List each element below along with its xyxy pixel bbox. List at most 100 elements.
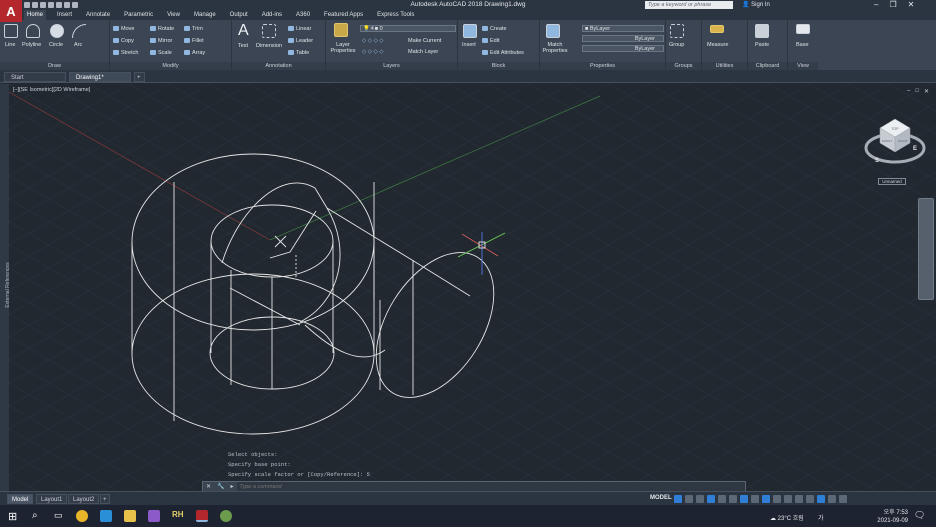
- match-layer-button[interactable]: Match Layer: [408, 49, 438, 55]
- recent-commands-icon[interactable]: ▸: [231, 483, 234, 490]
- mirror-button[interactable]: Mirror: [150, 38, 172, 44]
- match-properties-icon[interactable]: [546, 24, 560, 38]
- group-icon[interactable]: [670, 24, 684, 38]
- trim-button[interactable]: Trim: [184, 26, 203, 32]
- close-icon[interactable]: ✕: [908, 0, 915, 9]
- object-snap-icon[interactable]: [740, 495, 748, 503]
- tab-manage[interactable]: Manage: [191, 10, 219, 20]
- tab-layout1[interactable]: Layout1: [36, 494, 68, 504]
- annotation-scale-icon[interactable]: [762, 495, 770, 503]
- weather-widget[interactable]: ☁ 23°C 흐림: [770, 513, 804, 522]
- ortho-icon[interactable]: [696, 495, 704, 503]
- chrome-icon[interactable]: [76, 510, 88, 522]
- named-view-dropdown[interactable]: Unnamed: [878, 178, 906, 185]
- grid-icon[interactable]: [674, 495, 682, 503]
- isolate-objects-icon[interactable]: [806, 495, 814, 503]
- customization-icon[interactable]: [839, 495, 847, 503]
- sign-in-button[interactable]: 👤 Sign In: [742, 1, 770, 8]
- utilities-panel-title[interactable]: Utilities: [702, 62, 747, 70]
- model-space-button[interactable]: MODEL: [650, 495, 672, 501]
- tab-model[interactable]: Model: [7, 494, 34, 504]
- leader-button[interactable]: Leader: [288, 38, 313, 44]
- units-icon[interactable]: [784, 495, 792, 503]
- hardware-acceleration-icon[interactable]: [817, 495, 825, 503]
- color-dropdown[interactable]: ■ ByLayer: [582, 25, 664, 32]
- workspace-icon[interactable]: [773, 495, 781, 503]
- layer-properties-button[interactable]: Layer Properties: [328, 42, 358, 54]
- fillet-button[interactable]: Fillet: [184, 38, 204, 44]
- modify-panel-title[interactable]: Modify: [110, 62, 231, 70]
- tab-start[interactable]: Start: [4, 72, 66, 82]
- lineweight-dropdown[interactable]: ByLayer: [582, 45, 664, 52]
- layers-panel-title[interactable]: Layers: [326, 62, 457, 70]
- vscode-icon[interactable]: [100, 510, 112, 522]
- customize-icon[interactable]: 🔧: [217, 483, 224, 490]
- insert-button[interactable]: Insert: [462, 42, 476, 48]
- dimension-button[interactable]: Dimension: [256, 43, 282, 49]
- viewport-close-icon[interactable]: ✕: [924, 88, 929, 95]
- viewport-maximize-icon[interactable]: □: [915, 88, 919, 95]
- tab-express-tools[interactable]: Express Tools: [374, 10, 417, 20]
- close-command-line-icon[interactable]: ✕: [206, 483, 211, 490]
- lineweight-icon[interactable]: [751, 495, 759, 503]
- measure-button[interactable]: Measure: [707, 42, 728, 48]
- linear-button[interactable]: Linear: [288, 26, 311, 32]
- tab-view[interactable]: View: [164, 10, 183, 20]
- block-panel-title[interactable]: Block: [458, 62, 539, 70]
- file-explorer-icon[interactable]: [124, 510, 136, 522]
- add-layout-button[interactable]: +: [100, 494, 110, 504]
- polyline-button[interactable]: Polyline: [22, 42, 41, 48]
- groups-panel-title[interactable]: Groups: [666, 62, 701, 70]
- rotate-button[interactable]: Rotate: [150, 26, 174, 32]
- layer-tools-icon[interactable]: ◇ ◇ ◇ ◇: [362, 49, 384, 55]
- ime-indicator[interactable]: 가: [818, 513, 824, 522]
- create-block-button[interactable]: Create: [482, 26, 507, 32]
- move-button[interactable]: Move: [113, 26, 134, 32]
- clean-screen-icon[interactable]: [828, 495, 836, 503]
- measure-icon[interactable]: [710, 25, 724, 33]
- windows-start-icon[interactable]: ⊞: [8, 510, 20, 523]
- app-icon[interactable]: [220, 510, 232, 522]
- edit-attributes-button[interactable]: Edit Attributes: [482, 50, 524, 56]
- viewport-controls-label[interactable]: [–][SE Isometric][2D Wireframe]: [13, 87, 90, 93]
- search-input[interactable]: Type a keyword or phrase: [645, 1, 733, 9]
- make-current-button[interactable]: Make Current: [408, 38, 441, 44]
- text-icon[interactable]: A: [238, 22, 249, 40]
- task-view-icon[interactable]: ▭: [54, 510, 66, 522]
- visual-studio-icon[interactable]: [148, 510, 160, 522]
- tab-a360[interactable]: A360: [293, 10, 313, 20]
- insert-icon[interactable]: [463, 24, 477, 38]
- autocad-taskbar-icon[interactable]: [196, 510, 208, 522]
- tab-parametric[interactable]: Parametric: [121, 10, 156, 20]
- layer-properties-icon[interactable]: [334, 23, 348, 37]
- compass-south-label[interactable]: S: [875, 158, 879, 164]
- copy-button[interactable]: Copy: [113, 38, 134, 44]
- line-icon[interactable]: [4, 24, 18, 38]
- group-button[interactable]: Group: [669, 42, 684, 48]
- layer-dropdown[interactable]: 💡☀■ 0: [360, 25, 456, 32]
- snap-icon[interactable]: [685, 495, 693, 503]
- polyline-icon[interactable]: [26, 24, 40, 38]
- paste-button[interactable]: Paste: [755, 42, 769, 48]
- tab-add-ins[interactable]: Add-ins: [259, 10, 285, 20]
- quick-properties-icon[interactable]: [795, 495, 803, 503]
- tab-drawing1[interactable]: Drawing1* ✕: [69, 72, 131, 91]
- tab-layout2[interactable]: Layout2: [68, 494, 100, 504]
- scale-button[interactable]: Scale: [150, 50, 172, 56]
- tab-annotate[interactable]: Annotate: [83, 10, 113, 20]
- circle-button[interactable]: Circle: [49, 42, 63, 48]
- table-button[interactable]: Table: [288, 50, 309, 56]
- restore-icon[interactable]: ❐: [889, 0, 896, 9]
- tab-featured-apps[interactable]: Featured Apps: [321, 10, 366, 20]
- command-input[interactable]: [236, 482, 745, 491]
- application-menu-button[interactable]: A: [0, 0, 22, 22]
- isodraft-icon[interactable]: [718, 495, 726, 503]
- notifications-icon[interactable]: 🗨: [914, 510, 926, 522]
- arc-button[interactable]: Arc: [74, 42, 82, 48]
- minimize-icon[interactable]: –: [874, 0, 878, 9]
- text-button[interactable]: Text: [238, 43, 248, 49]
- view-panel-title[interactable]: View: [788, 62, 818, 70]
- linetype-dropdown[interactable]: ByLayer: [582, 35, 664, 42]
- rhino-icon[interactable]: RH: [172, 510, 184, 522]
- tab-home[interactable]: Home: [24, 10, 47, 20]
